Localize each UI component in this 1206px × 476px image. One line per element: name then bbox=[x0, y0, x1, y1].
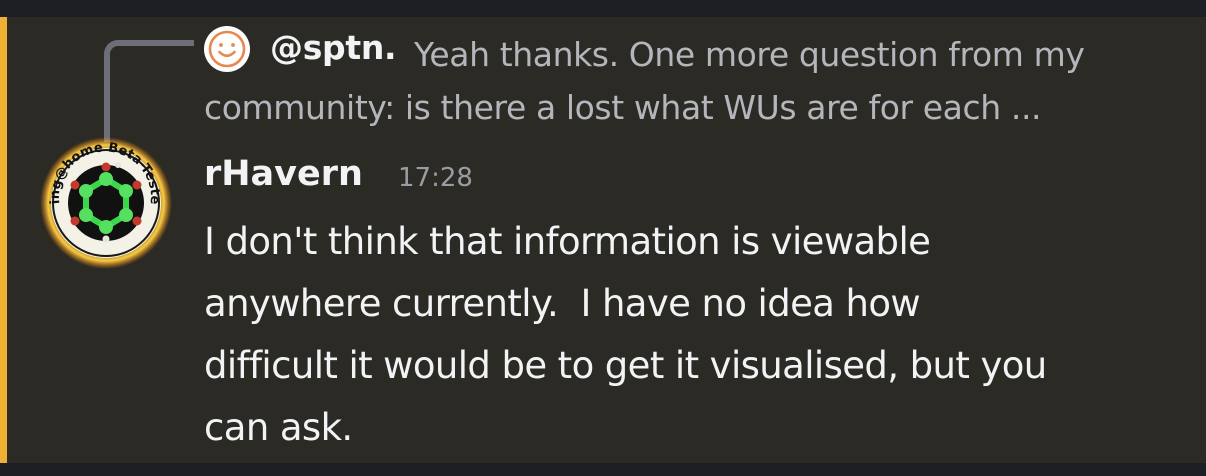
chat-frame: Yeah thanks. One more question from my c… bbox=[0, 0, 1206, 476]
reply-author-name[interactable]: @sptn. bbox=[270, 28, 397, 67]
author-avatar[interactable]: ing@home Beta-Tester bbox=[35, 124, 174, 271]
message-body: I don't think that information is viewab… bbox=[204, 220, 1047, 449]
author-name[interactable]: rHavern bbox=[204, 154, 363, 194]
molecule-badge-icon: ing@home Beta-Tester bbox=[35, 124, 172, 269]
message-timestamp[interactable]: 17:28 bbox=[398, 163, 473, 193]
chat-message[interactable]: Yeah thanks. One more question from my c… bbox=[0, 17, 1206, 463]
reply-connector-line bbox=[104, 40, 194, 142]
mention-highlight-bar bbox=[0, 17, 7, 463]
